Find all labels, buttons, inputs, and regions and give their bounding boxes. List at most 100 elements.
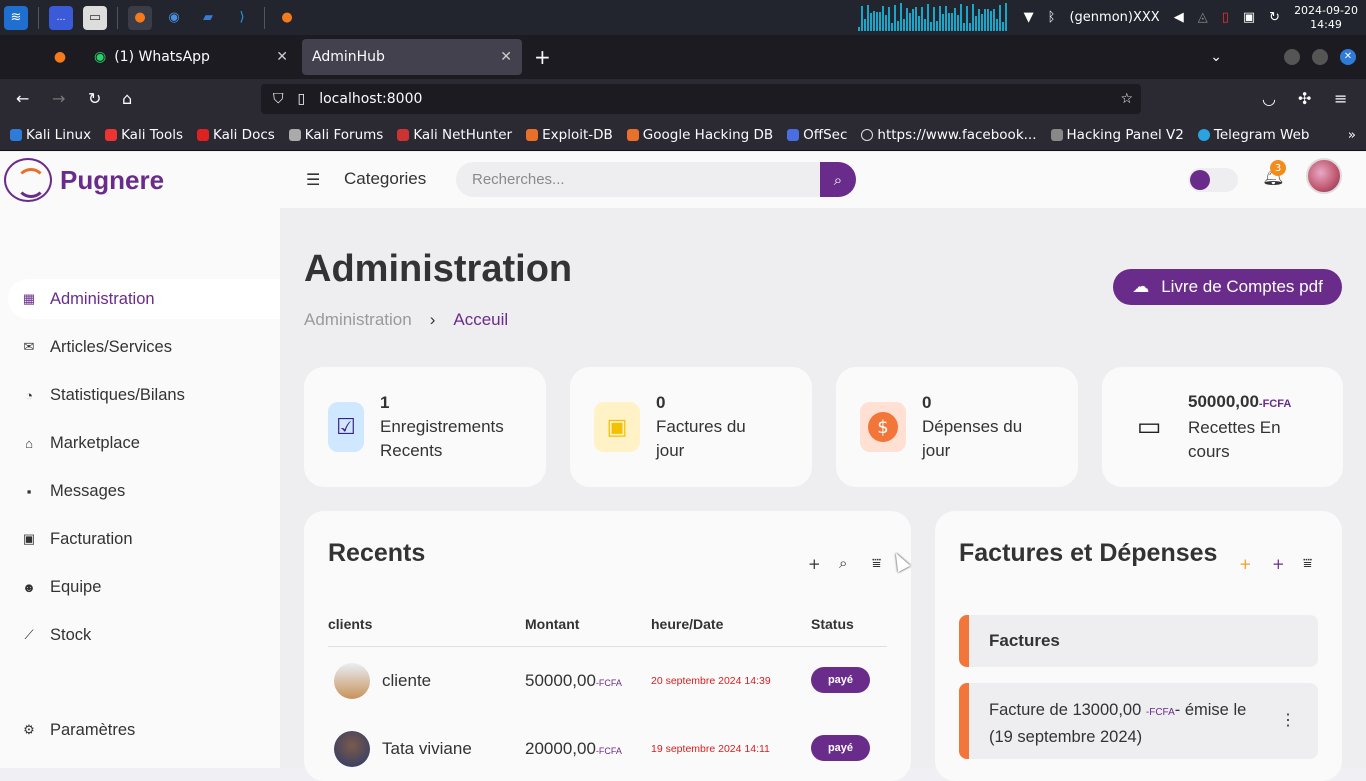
pdf-download-button[interactable]: ☁ Livre de Comptes pdf <box>1113 269 1342 305</box>
notifications-muted-icon[interactable]: ◬ <box>1198 10 1208 25</box>
stat-value: 50000,00 <box>1188 392 1259 411</box>
bookmark-star-icon[interactable]: ☆ <box>1120 91 1133 107</box>
categories-link[interactable]: Categories <box>344 169 426 189</box>
graph-bar <box>989 11 992 31</box>
bookmark-hacking-panel[interactable]: Hacking Panel V2 <box>1050 127 1184 143</box>
bookmark-label: https://www.facebook... <box>877 126 1037 143</box>
sidebar-item-equipe[interactable]: ☻ Equipe <box>8 567 280 607</box>
reload-icon[interactable]: ↻ <box>88 89 101 108</box>
sidebar-item-messages[interactable]: ▪ Messages <box>8 471 280 511</box>
graph-bar <box>983 9 986 31</box>
bookmark-kali-tools[interactable]: Kali Tools <box>105 127 183 143</box>
kali-tools-icon <box>105 128 118 141</box>
sidebar-item-stock[interactable]: ⟋ Stock <box>8 615 280 655</box>
bookmark-offsec[interactable]: OffSec <box>787 127 847 143</box>
bookmark-telegram[interactable]: Telegram Web <box>1197 127 1309 143</box>
column-header[interactable]: Status <box>811 616 854 632</box>
refresh-session-icon[interactable]: ↻ <box>1269 10 1280 25</box>
tab-label: AdminHub <box>312 49 385 65</box>
clock[interactable]: 2024-09-20 14:49 <box>1294 4 1358 32</box>
file-manager-icon[interactable]: ▭ <box>83 5 107 30</box>
sidebar-item-parametres[interactable]: ⚙ Paramètres <box>8 710 280 750</box>
workspace-icon[interactable]: … <box>49 5 73 30</box>
close-window-icon[interactable]: ✕ <box>1340 49 1356 65</box>
app-menu-icon[interactable]: ≡ <box>1334 89 1347 108</box>
tab-whatsapp[interactable]: ◉ (1) WhatsApp ✕ <box>84 39 298 75</box>
sidebar-item-label: Administration <box>50 289 155 308</box>
facture-item[interactable]: Facture de 13000,00 -FCFA- émise le (19 … <box>959 683 1318 759</box>
tab-label: (1) WhatsApp <box>114 49 210 65</box>
avatar[interactable] <box>1306 158 1342 194</box>
vscode-icon[interactable]: ⟩ <box>230 6 254 30</box>
chromium-icon[interactable]: ◉ <box>162 6 186 30</box>
tab-adminhub[interactable]: AdminHub ✕ <box>302 39 522 75</box>
bookmark-google-hacking-db[interactable]: Google Hacking DB <box>626 127 773 143</box>
bookmark-kali-forums[interactable]: Kali Forums <box>288 127 383 143</box>
amount-unit: -FCFA <box>595 746 622 756</box>
bookmark-exploit-db[interactable]: Exploit-DB <box>526 127 613 143</box>
volume-icon[interactable]: ◀ <box>1174 10 1184 25</box>
bookmark-kali-nethunter[interactable]: Kali NetHunter <box>397 127 512 143</box>
brand-name: Pugnere <box>60 164 165 195</box>
breadcrumb-current[interactable]: Acceuil <box>453 310 508 330</box>
more-bookmarks-icon[interactable]: » <box>1348 127 1366 143</box>
factures-section-header[interactable]: Factures <box>959 615 1318 667</box>
brand[interactable]: Pugnere <box>0 152 164 208</box>
bookmark-facebook[interactable]: https://www.facebook... <box>861 126 1037 143</box>
filter-icon[interactable]: ⩸ <box>872 554 881 572</box>
sidebar-item-administration[interactable]: ▦ Administration <box>8 279 280 319</box>
home-icon[interactable]: ⌂ <box>122 89 132 108</box>
kali-menu-icon[interactable]: ≋ <box>4 5 28 30</box>
stat-card-enregistrements[interactable]: ☑ 1 Enregistrements Recents <box>304 367 546 487</box>
close-tab-icon[interactable]: ✕ <box>500 49 512 65</box>
add-facture-icon[interactable]: + <box>1239 555 1252 573</box>
back-icon[interactable]: ← <box>16 89 29 108</box>
add-depense-icon[interactable]: + <box>1272 555 1285 573</box>
search-input[interactable] <box>456 162 820 197</box>
wifi-icon[interactable]: ▼ <box>1024 10 1034 25</box>
sidebar-item-marketplace[interactable]: ⌂ Marketplace <box>8 423 280 463</box>
url-bar[interactable]: ⛉ ▯ localhost:8000 ☆ <box>261 84 1141 114</box>
close-tab-icon[interactable]: ✕ <box>276 49 288 65</box>
extensions-icon[interactable]: ✣ <box>1298 89 1311 108</box>
url-text[interactable]: localhost:8000 <box>319 91 422 107</box>
minimize-icon[interactable] <box>1284 49 1300 65</box>
filter-icon[interactable]: ⩸ <box>1303 554 1312 572</box>
firefox-view-icon[interactable]: ● <box>40 49 80 65</box>
column-header[interactable]: heure/Date <box>651 616 723 632</box>
stat-label: Recettes En <box>1188 418 1281 437</box>
column-header[interactable]: clients <box>328 616 372 632</box>
firefox-launcher-icon[interactable]: ● <box>275 6 299 30</box>
battery-icon[interactable]: ▯ <box>1222 10 1229 25</box>
dark-mode-toggle[interactable] <box>1188 168 1238 192</box>
kali-forums-icon <box>288 128 301 141</box>
table-row[interactable]: cliente 50000,00-FCFA 20 septembre 2024 … <box>328 657 888 707</box>
maximize-icon[interactable] <box>1312 49 1328 65</box>
search-button[interactable]: ⌕ <box>820 162 856 197</box>
column-header[interactable]: Montant <box>525 616 579 632</box>
forward-icon[interactable]: → <box>52 89 65 108</box>
menu-toggle-icon[interactable]: ☰ <box>306 170 320 189</box>
sidebar-item-statistiques[interactable]: ◔ Statistiques/Bilans <box>8 375 280 415</box>
bluetooth-icon[interactable]: ᛒ <box>1048 10 1056 25</box>
shield-icon[interactable]: ⛉ <box>273 91 284 107</box>
folder-icon[interactable]: ▰ <box>196 6 220 30</box>
bookmark-kali-docs[interactable]: Kali Docs <box>197 127 275 143</box>
stat-card-recettes[interactable]: ▭ 50000,00-FCFA Recettes En cours <box>1102 367 1343 487</box>
more-options-icon[interactable]: ⋮ <box>1280 709 1296 733</box>
sidebar-menu: ▦ Administration ✉ Articles/Services ◔ Stat… <box>8 279 280 663</box>
sidebar-item-articles[interactable]: ✉ Articles/Services <box>8 327 280 367</box>
sidebar-item-label: Stock <box>50 625 92 644</box>
lock-icon[interactable]: ▣ <box>1243 10 1255 25</box>
pocket-icon[interactable]: ◡ <box>1262 89 1276 108</box>
search-icon[interactable]: ⌕ <box>839 554 847 572</box>
stat-card-depenses[interactable]: $ 0 Dépenses du jour <box>836 367 1078 487</box>
sidebar-item-facturation[interactable]: ▣ Facturation <box>8 519 280 559</box>
add-icon[interactable]: + <box>808 555 821 573</box>
new-tab-icon[interactable]: + <box>534 45 551 69</box>
list-tabs-icon[interactable]: ⌄ <box>1210 49 1222 65</box>
stat-card-factures[interactable]: ▣ 0 Factures du jour <box>570 367 812 487</box>
firefox-taskbar-icon[interactable]: ● <box>128 5 152 30</box>
breadcrumb-first[interactable]: Administration <box>304 310 412 330</box>
bookmark-kali-linux[interactable]: Kali Linux <box>10 127 91 143</box>
